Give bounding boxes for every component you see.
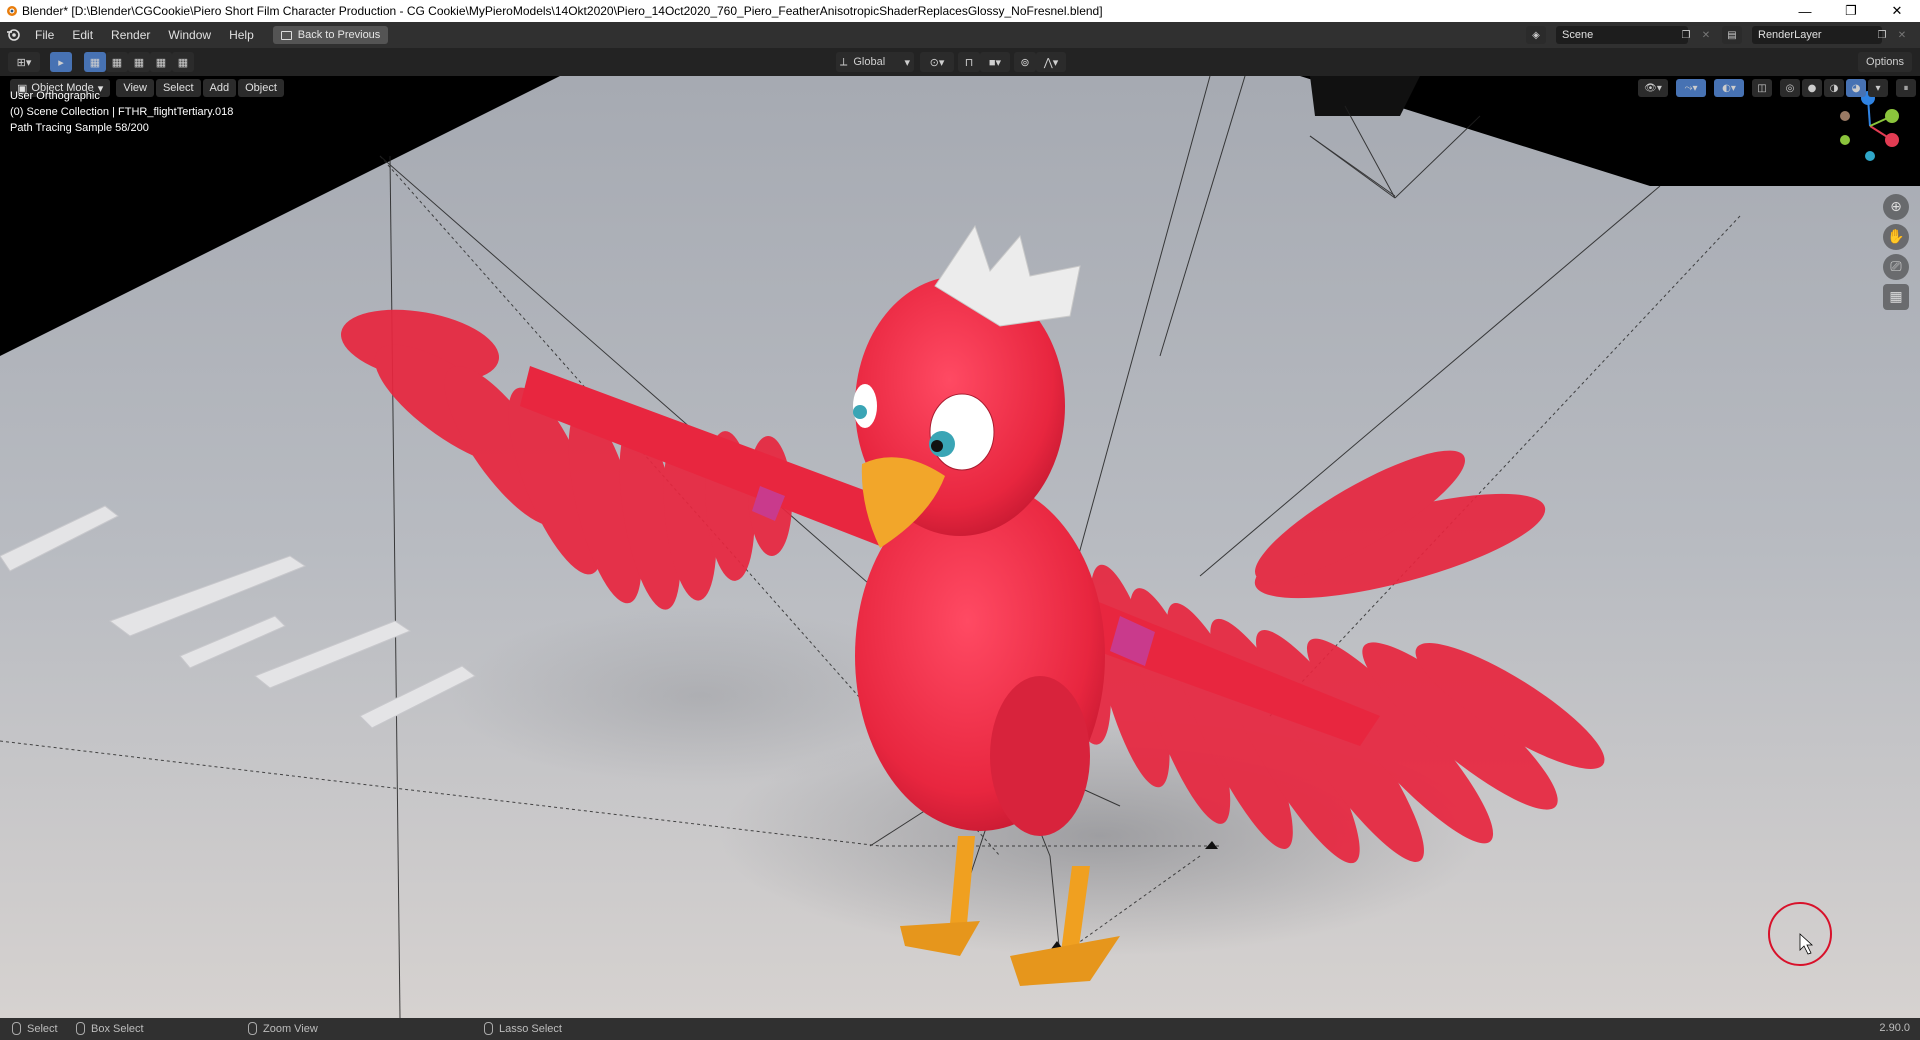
select-mode-extend-icon[interactable]: ▦ [106,52,128,72]
rendered-shading-icon[interactable]: ◕ [1846,79,1866,97]
scene-name: Scene [1562,29,1594,41]
proportional-edit-icon[interactable]: ⊚ [1014,52,1036,72]
zoom-icon[interactable]: ⊕ [1883,194,1909,220]
gizmo-y-axis[interactable] [1885,109,1899,123]
collection-info-label: (0) Scene Collection | FTHR_flightTertia… [10,106,234,118]
restore-button[interactable]: ❐ [1828,0,1874,22]
menu-help[interactable]: Help [220,28,263,42]
delete-scene-icon[interactable]: ✕ [1696,26,1716,44]
select-tool-icon[interactable]: ▸ [50,52,72,72]
version-label: 2.90.0 [1879,1022,1910,1034]
mouse-right-icon [484,1022,493,1035]
editor-type-icon[interactable]: ⊞▾ [8,52,40,72]
tool-header: ⊞▾ ▸ ▦ ▦ ▦ ▦ ▦ ⟂ Global ▾ ⊙▾ ⊓ ■▾ ⊚ ⋀▾ O… [0,48,1920,76]
status-bar: Select Box Select Zoom View Lasso Select… [0,1018,1920,1040]
menu-view[interactable]: View [116,79,154,97]
scene-field[interactable]: Scene [1556,26,1688,44]
solid-shading-icon[interactable]: ● [1802,79,1822,97]
renderlayer-field[interactable]: RenderLayer [1752,26,1882,44]
scene-selector-icon[interactable]: ◈ [1526,26,1546,44]
viewport-shading-controls: 👁▾ ⤳▾ ◐▾ ◫ ◎ ● ◑ ◕ ▾ ⏸ [1638,79,1916,97]
select-mode-new-icon[interactable]: ▦ [84,52,106,72]
status-zoom-view-label: Zoom View [263,1022,318,1035]
select-mode-subtract-icon[interactable]: ▦ [128,52,150,72]
snap-icon[interactable]: ⊓ [958,52,980,72]
menu-object[interactable]: Object [238,79,284,97]
mouse-middle-icon [248,1022,257,1035]
pivot-point-icon[interactable]: ⊙▾ [920,52,954,72]
new-scene-icon[interactable]: ❐ [1676,26,1696,44]
status-zoom-view: Zoom View [248,1022,318,1035]
minimize-button[interactable]: — [1782,0,1828,22]
ortho-grid-icon[interactable]: ▦ [1883,284,1909,310]
status-box-select: Box Select [76,1022,144,1035]
options-label: Options [1866,56,1904,68]
status-box-select-label: Box Select [91,1022,144,1035]
new-layer-icon[interactable]: ❐ [1872,26,1892,44]
close-button[interactable]: ✕ [1874,0,1920,22]
transform-orientation-dropdown[interactable]: ⟂ Global ▾ [836,52,914,72]
window-titlebar: Blender* [D:\Blender\CGCookie\Piero Shor… [0,0,1920,22]
status-lasso-select-label: Lasso Select [499,1022,562,1035]
delete-layer-icon[interactable]: ✕ [1892,26,1912,44]
status-select: Select [12,1022,58,1035]
status-select-label: Select [27,1022,58,1035]
shading-options-icon[interactable]: ▾ [1868,79,1888,97]
snap-target-icon[interactable]: ■▾ [980,52,1010,72]
wireframe-shading-icon[interactable]: ◎ [1780,79,1800,97]
status-lasso-select: Lasso Select [484,1022,562,1035]
back-screen-icon [280,30,292,40]
gizmo-toggle-icon[interactable]: ⤳▾ [1676,79,1706,97]
options-dropdown[interactable]: Options [1858,52,1912,72]
renderlayer-name: RenderLayer [1758,29,1822,41]
pan-hand-icon[interactable]: ✋ [1883,224,1909,250]
back-to-previous-button[interactable]: Back to Previous [272,26,389,44]
xray-icon[interactable]: ◫ [1752,79,1772,97]
viewport-render [0,76,1920,1018]
menu-add[interactable]: Add [202,79,237,97]
menu-render[interactable]: Render [102,28,159,42]
menu-file[interactable]: File [26,28,63,42]
view-name-label: User Orthographic [10,90,100,102]
orientation-value: Global [853,56,886,68]
mouse-left-icon [12,1022,21,1035]
chevron-down-icon: ▾ [904,56,910,69]
material-shading-icon[interactable]: ◑ [1824,79,1844,97]
select-mode-intersect-icon[interactable]: ▦ [172,52,194,72]
gizmo-x-axis[interactable] [1885,133,1899,147]
top-menubar: File Edit Render Window Help Back to Pre… [0,22,1920,48]
orientation-icon: ⟂ [840,55,848,68]
render-status-label: Path Tracing Sample 58/200 [10,122,149,134]
3d-viewport[interactable]: User Orthographic (0) Scene Collection |… [0,76,1920,1018]
menu-select[interactable]: Select [155,79,201,97]
select-mode-invert-icon[interactable]: ▦ [150,52,172,72]
window-title: Blender* [D:\Blender\CGCookie\Piero Shor… [22,4,1103,18]
blender-menu-icon[interactable] [0,24,26,46]
camera-view-icon[interactable]: ⎚ [1883,254,1909,280]
back-to-previous-label: Back to Previous [297,29,381,41]
pause-render-icon[interactable]: ⏸ [1896,79,1916,97]
view-layer-icon[interactable]: ▤ [1722,26,1742,44]
visibility-icon[interactable]: 👁▾ [1638,79,1668,97]
mouse-drag-icon [76,1022,85,1035]
overlay-toggle-icon[interactable]: ◐▾ [1714,79,1744,97]
menu-window[interactable]: Window [159,28,220,42]
blender-logo-icon [0,0,22,22]
menu-edit[interactable]: Edit [63,28,102,42]
falloff-icon[interactable]: ⋀▾ [1036,52,1066,72]
viewport-header: ▣ Object Mode ▾ View Select Add Object [0,76,1920,100]
